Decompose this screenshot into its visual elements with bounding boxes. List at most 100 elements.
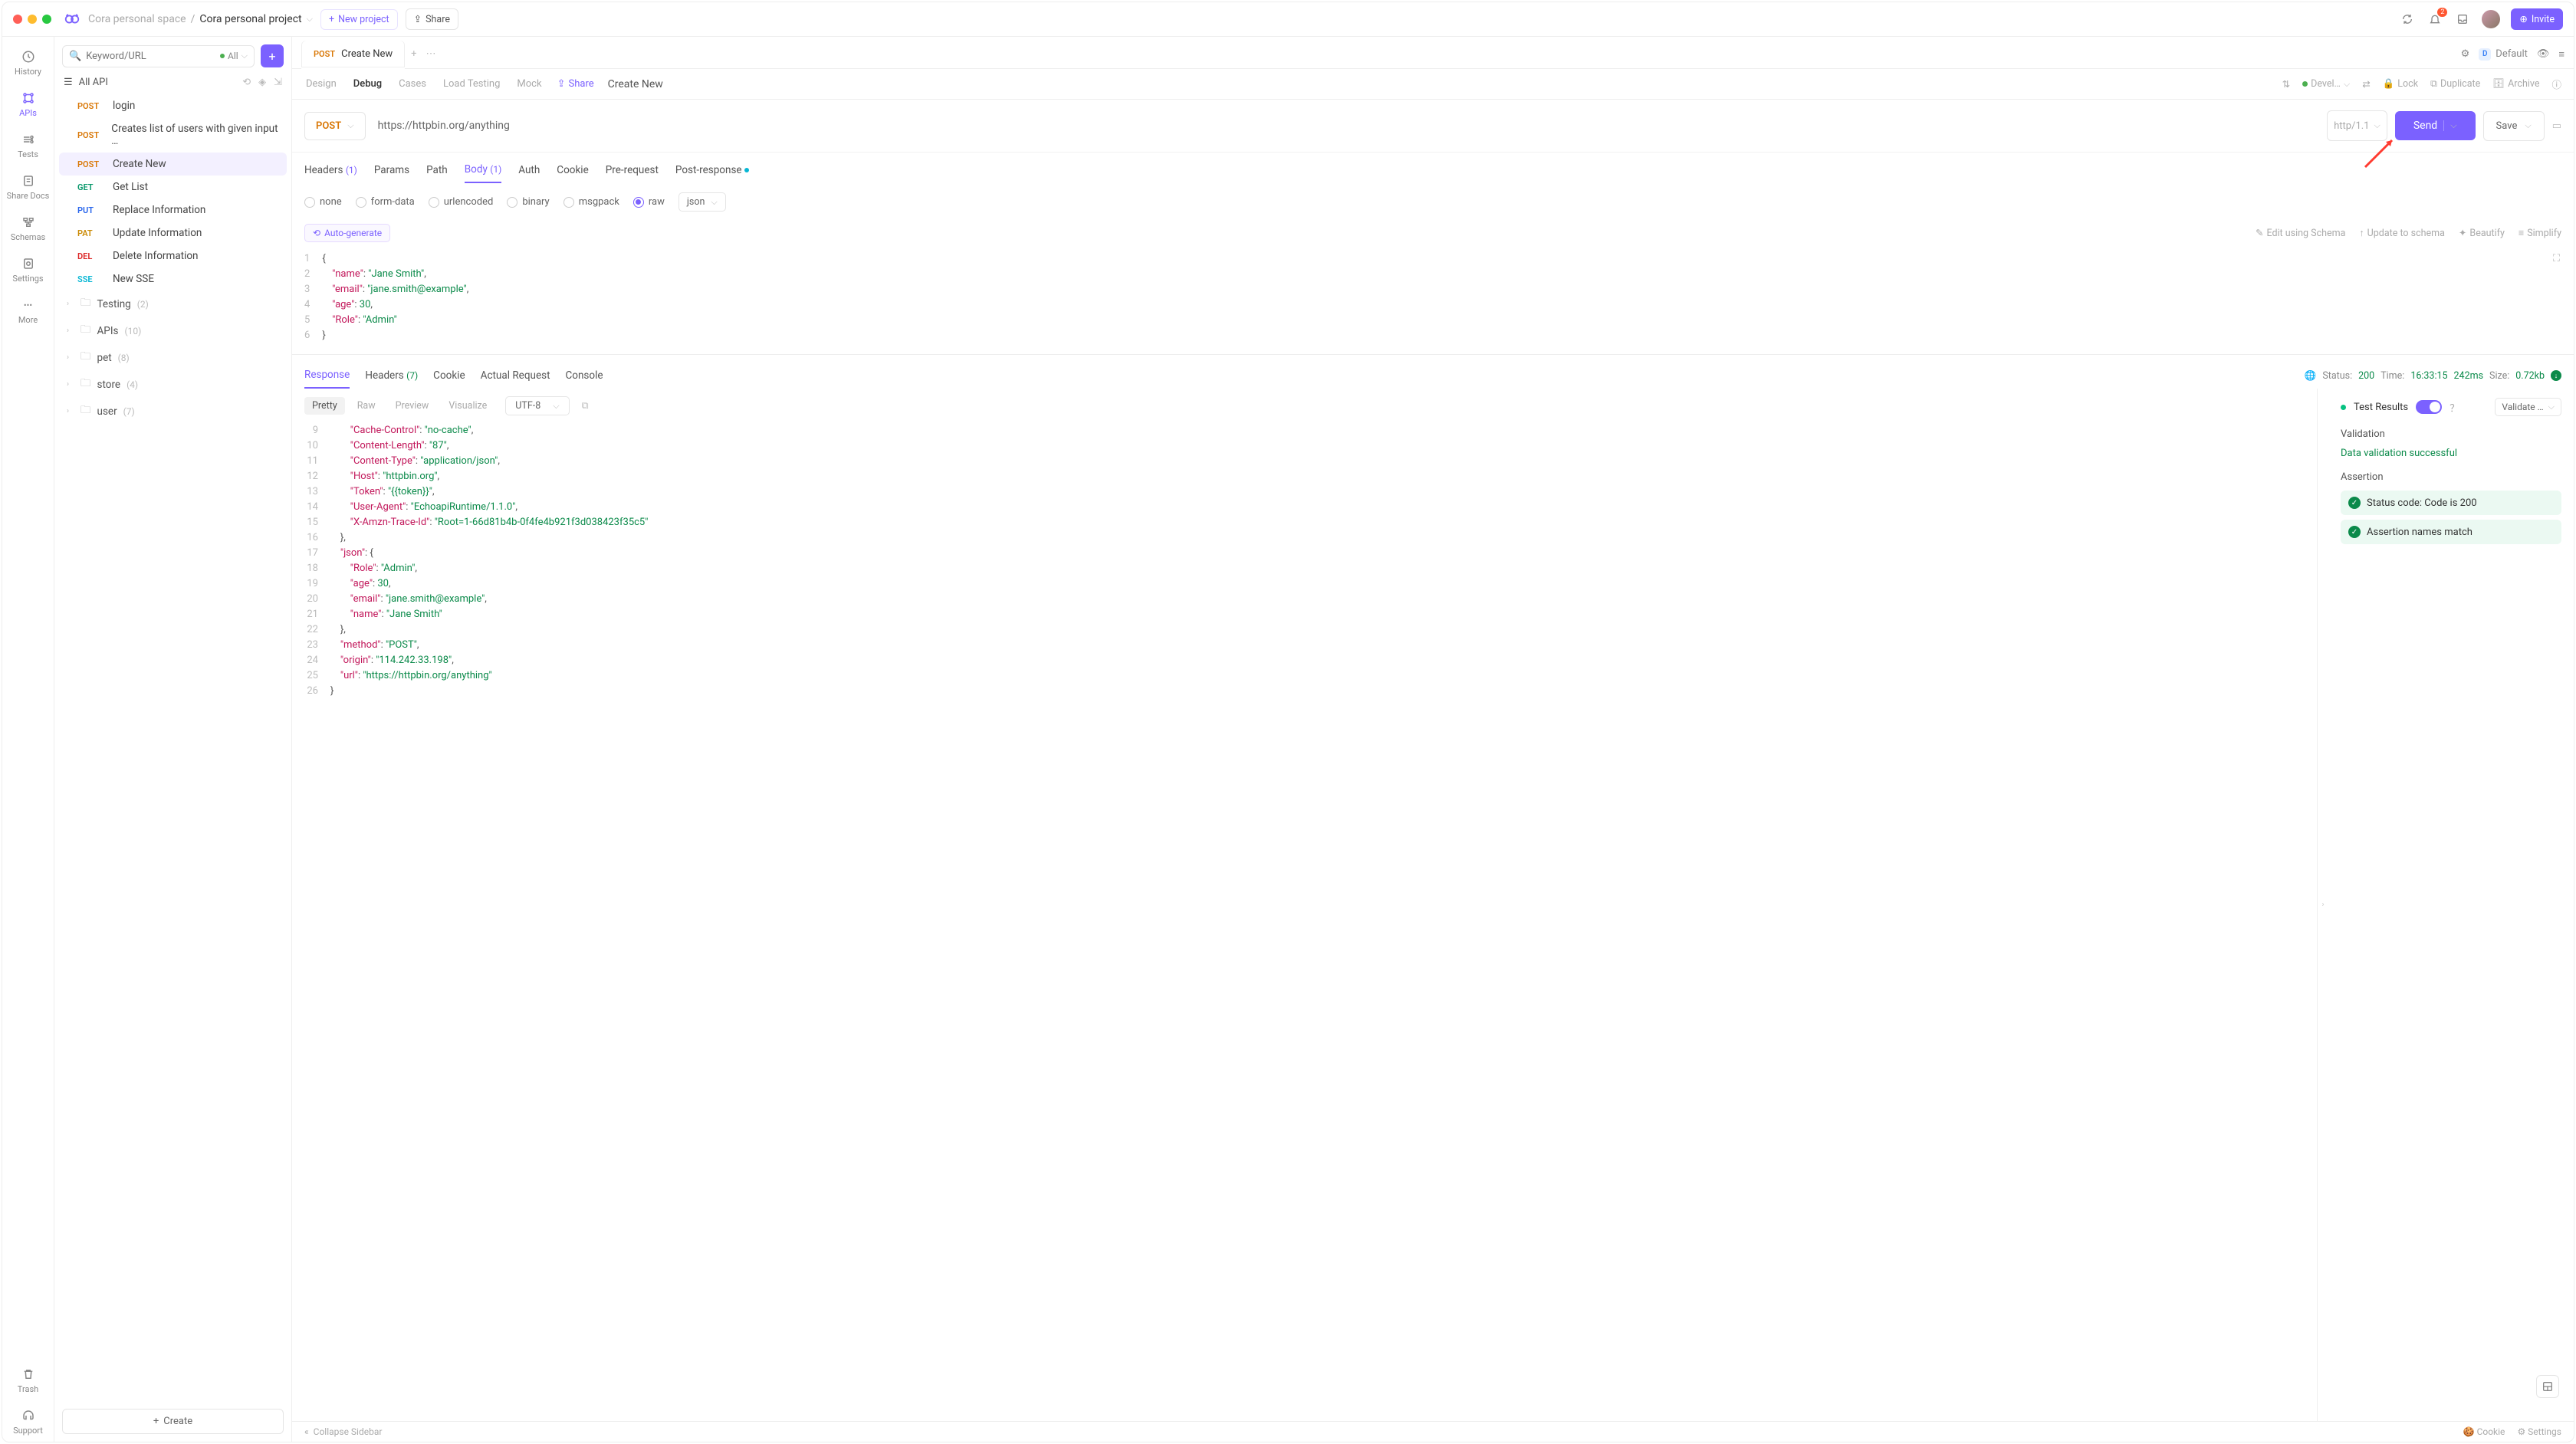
sync-icon[interactable]	[2399, 11, 2416, 28]
breadcrumb-project[interactable]: Cora personal project	[199, 13, 301, 25]
send-button[interactable]: Send ⌵	[2395, 111, 2476, 140]
simplify-action[interactable]: ≡ Simplify	[2518, 227, 2561, 239]
env-indicator[interactable]: Devel… ⌵	[2302, 78, 2350, 90]
body-format-selector[interactable]: json ⌵	[678, 192, 726, 212]
eye-icon[interactable]: 👁	[2537, 48, 2550, 60]
req-tab-body[interactable]: Body (1)	[465, 157, 502, 183]
req-tab-auth[interactable]: Auth	[518, 158, 540, 182]
copy-icon[interactable]: ⧉	[582, 400, 589, 412]
api-item[interactable]: POSTCreate New	[59, 153, 287, 176]
subtab-mock[interactable]: Mock	[515, 75, 543, 93]
folder-item[interactable]: ›🗀Testing(2)	[59, 290, 287, 317]
view-pretty[interactable]: Pretty	[304, 397, 345, 415]
rail-apis[interactable]: APIs	[2, 84, 54, 124]
req-tab-post[interactable]: Post-response	[675, 158, 749, 182]
inbox-icon[interactable]	[2454, 11, 2471, 28]
sort-icon[interactable]: ⇅	[2282, 78, 2290, 90]
search-input[interactable]	[86, 51, 215, 62]
help-icon[interactable]: ？	[2450, 400, 2459, 415]
response-editor[interactable]: 91011121314151617181920212223242526 "Cac…	[292, 423, 2317, 1421]
subtab-debug[interactable]: Debug	[352, 75, 383, 93]
validate-selector[interactable]: Validate … ⌵	[2495, 398, 2561, 416]
environment-selector[interactable]: D Default	[2479, 48, 2528, 61]
create-button[interactable]: + Create	[62, 1409, 284, 1434]
body-urlencoded[interactable]: urlencoded	[429, 196, 494, 208]
folder-item[interactable]: ›🗀APIs(10)	[59, 317, 287, 344]
rail-more[interactable]: ••• More	[2, 291, 54, 331]
lock-action[interactable]: 🔒 Lock	[2383, 78, 2418, 90]
share-button[interactable]: ⇪ Share	[406, 8, 458, 30]
footer-settings[interactable]: ⚙ Settings	[2517, 1426, 2561, 1437]
req-tab-headers[interactable]: Headers (1)	[304, 158, 357, 182]
req-tab-pre[interactable]: Pre-request	[606, 158, 659, 182]
new-project-button[interactable]: + New project	[320, 9, 398, 30]
body-raw[interactable]: raw	[633, 196, 665, 208]
body-editor[interactable]: 123456 { "name": "Jane Smith", "email": …	[292, 248, 2574, 354]
folder-item[interactable]: ›🗀user(7)	[59, 398, 287, 425]
gear-icon[interactable]: ⚙	[2461, 48, 2470, 60]
chevron-down-icon[interactable]: ⌵	[307, 14, 313, 25]
subtab-cases[interactable]: Cases	[397, 75, 428, 93]
auto-generate-button[interactable]: ⟲ Auto-generate	[304, 224, 390, 242]
download-icon[interactable]: ↓	[2551, 370, 2561, 381]
locate-icon[interactable]: ◈	[258, 77, 266, 88]
resp-code[interactable]: "Cache-Control": "no-cache", "Content-Le…	[330, 423, 2305, 1410]
rail-tests[interactable]: Tests	[2, 126, 54, 166]
bookmark-icon[interactable]: ▭	[2552, 120, 2561, 132]
api-item[interactable]: PATUpdate Information	[59, 222, 287, 244]
invite-button[interactable]: ⊕ Invite	[2511, 8, 2563, 30]
edit-schema-action[interactable]: ✎ Edit using Schema	[2256, 227, 2345, 239]
body-form-data[interactable]: form-data	[356, 196, 415, 208]
collapse-sidebar-action[interactable]: « Collapse Sidebar	[304, 1426, 382, 1437]
api-item[interactable]: POSTCreates list of users with given inp…	[59, 117, 287, 153]
info-icon[interactable]: ⓘ	[2551, 77, 2561, 91]
folder-item[interactable]: ›🗀store(4)	[59, 371, 287, 398]
save-button[interactable]: Save ⌵	[2483, 111, 2545, 141]
api-item[interactable]: DELDelete Information	[59, 244, 287, 267]
rail-share-docs[interactable]: Share Docs	[2, 167, 54, 207]
req-tab-path[interactable]: Path	[426, 158, 448, 182]
view-raw[interactable]: Raw	[350, 397, 383, 415]
body-none[interactable]: none	[304, 196, 342, 208]
body-code[interactable]: { "name": "Jane Smith", "email": "jane.s…	[322, 251, 2561, 343]
maximize-window-icon[interactable]	[42, 15, 51, 24]
tab-create-new[interactable]: POST Create New	[301, 41, 405, 69]
rail-settings[interactable]: Settings	[2, 250, 54, 290]
chevron-down-icon[interactable]: ⌵	[2443, 120, 2456, 131]
rail-schemas[interactable]: Schemas	[2, 208, 54, 248]
url-input[interactable]	[373, 115, 2320, 136]
resp-tab-actual[interactable]: Actual Request	[481, 363, 550, 388]
subtab-load[interactable]: Load Testing	[442, 75, 501, 93]
duplicate-action[interactable]: ⧉ Duplicate	[2430, 78, 2480, 90]
resp-tab-response[interactable]: Response	[304, 363, 350, 389]
footer-cookie[interactable]: 🍪 Cookie	[2463, 1426, 2505, 1437]
close-window-icon[interactable]	[13, 15, 22, 24]
search-filter[interactable]: All ⌵	[220, 51, 248, 61]
notifications-icon[interactable]: 2	[2426, 11, 2443, 28]
add-tab-icon[interactable]: +	[411, 48, 416, 60]
beautify-action[interactable]: ✦ Beautify	[2459, 227, 2505, 239]
swap-icon[interactable]: ⇄	[2362, 78, 2370, 90]
breadcrumb[interactable]: Cora personal space / Cora personal proj…	[88, 13, 313, 25]
body-msgpack[interactable]: msgpack	[564, 196, 619, 208]
encoding-selector[interactable]: UTF-8 ⌵	[505, 396, 569, 415]
archive-action[interactable]: 🗄 Archive	[2492, 78, 2539, 90]
expand-icon[interactable]: ⛶	[2553, 251, 2560, 267]
resp-tab-cookie[interactable]: Cookie	[433, 363, 465, 388]
test-toggle[interactable]	[2416, 400, 2442, 414]
api-item[interactable]: GETGet List	[59, 176, 287, 199]
subtab-share[interactable]: ⇪ Share	[557, 78, 594, 90]
breadcrumb-space[interactable]: Cora personal space	[88, 13, 186, 25]
layout-icon[interactable]	[2536, 1375, 2559, 1398]
body-binary[interactable]: binary	[507, 196, 549, 208]
api-item[interactable]: SSENew SSE	[59, 267, 287, 290]
window-controls[interactable]	[13, 15, 51, 24]
method-selector[interactable]: POST ⌵	[304, 112, 366, 140]
tab-menu-icon[interactable]: ⋯	[426, 48, 436, 60]
api-item[interactable]: POSTlogin	[59, 94, 287, 117]
resp-tab-headers[interactable]: Headers (7)	[365, 363, 418, 388]
update-schema-action[interactable]: ↑ Update to schema	[2359, 227, 2445, 239]
req-tab-cookie[interactable]: Cookie	[557, 158, 588, 182]
resp-tab-console[interactable]: Console	[565, 363, 603, 388]
api-item[interactable]: PUTReplace Information	[59, 199, 287, 222]
